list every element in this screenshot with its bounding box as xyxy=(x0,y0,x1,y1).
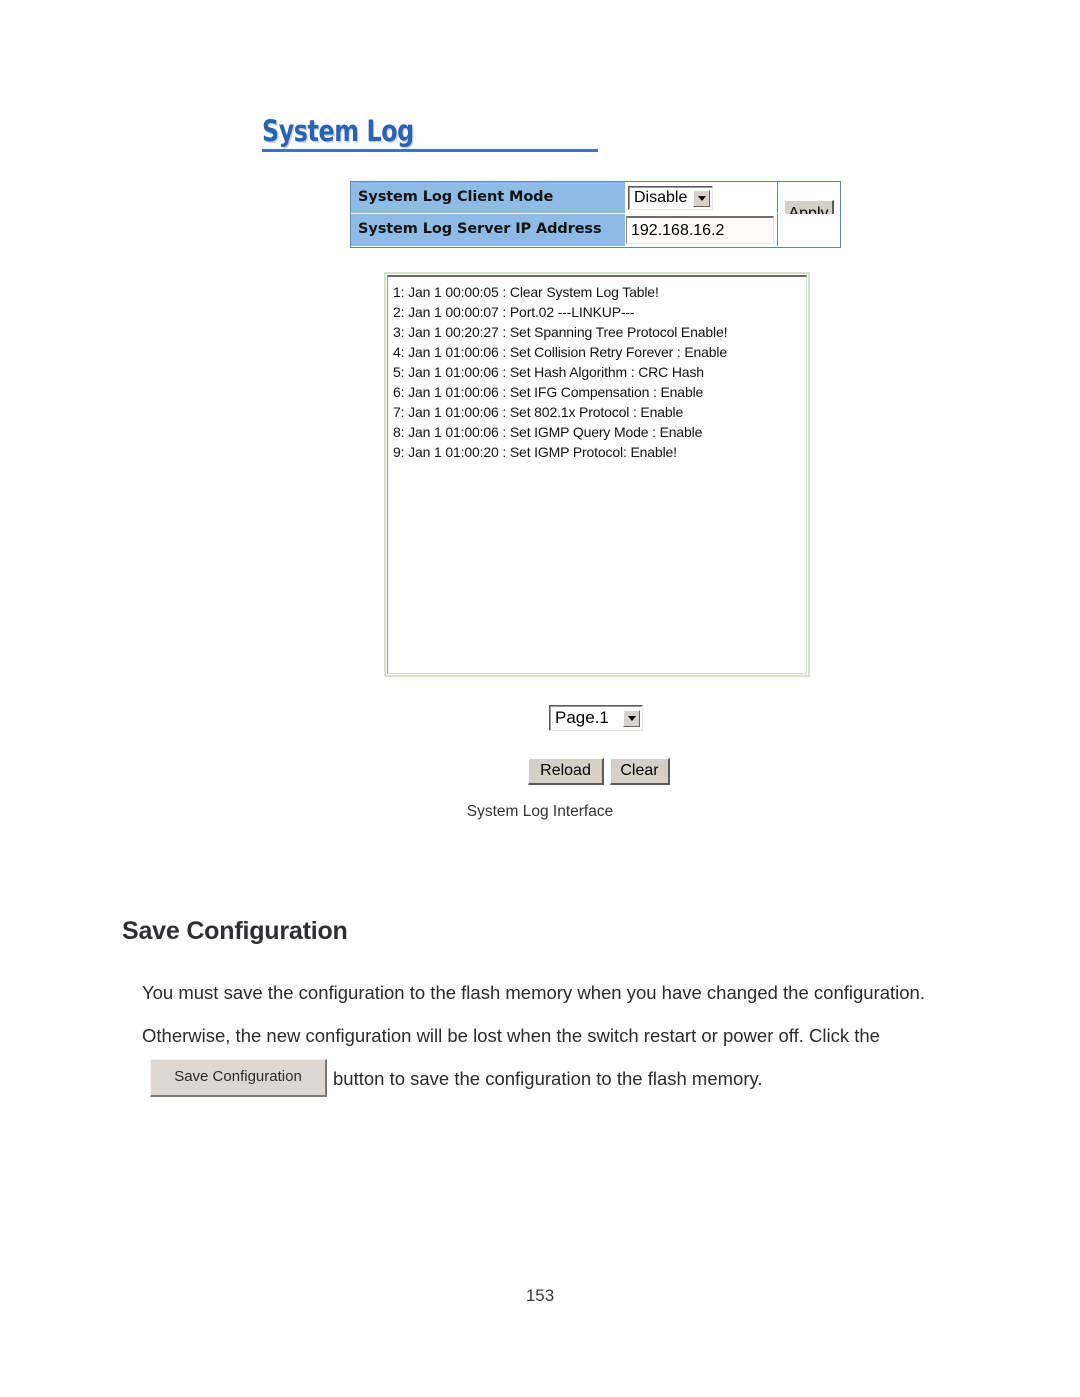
figure-caption: System Log Interface xyxy=(466,803,614,820)
apply-cell: Apply xyxy=(777,182,840,228)
clear-button[interactable]: Clear xyxy=(610,758,670,785)
chevron-down-icon[interactable] xyxy=(623,709,640,727)
page-select[interactable]: Page.1 xyxy=(549,705,643,731)
field-client-mode: Disable xyxy=(625,182,777,213)
chevron-down-icon[interactable] xyxy=(693,189,711,207)
apply-cell-spacer xyxy=(777,214,840,246)
log-line: 6: Jan 1 01:00:06 : Set IFG Compensation… xyxy=(393,384,704,400)
log-actions-row: Reload Clear xyxy=(528,758,678,786)
reload-button[interactable]: Reload xyxy=(528,758,604,785)
section-heading: Save Configuration xyxy=(122,916,348,945)
label-system-log-client-mode: System Log Client Mode xyxy=(351,182,625,213)
client-mode-select-value: Disable xyxy=(634,189,688,206)
system-log-textarea[interactable]: 1: Jan 1 00:00:05 : Clear System Log Tab… xyxy=(387,275,807,674)
client-mode-select[interactable]: Disable xyxy=(628,186,714,210)
log-line: 1: Jan 1 00:00:05 : Clear System Log Tab… xyxy=(393,284,659,300)
log-line: 7: Jan 1 01:00:06 : Set 802.1x Protocol … xyxy=(393,404,684,420)
label-system-log-server-ip-address: System Log Server IP Address xyxy=(351,214,625,246)
log-line: 8: Jan 1 01:00:06 : Set IGMP Query Mode … xyxy=(393,424,703,440)
page-title: System Log xyxy=(262,116,602,158)
server-ip-address-input[interactable]: 192.168.16.2 xyxy=(626,216,774,244)
system-log-config-table: System Log Client Mode Disable Apply Sys… xyxy=(350,181,841,248)
body-paragraph-part2: button to save the configuration to the … xyxy=(333,1068,763,1089)
log-line: 9: Jan 1 01:00:20 : Set IGMP Protocol: E… xyxy=(393,444,677,460)
system-log-panel: 1: Jan 1 00:00:05 : Clear System Log Tab… xyxy=(384,272,810,677)
title-underline-rule xyxy=(262,149,598,152)
field-server-ip: 192.168.16.2 xyxy=(625,214,777,246)
log-line: 3: Jan 1 00:20:27 : Set Spanning Tree Pr… xyxy=(393,324,728,340)
log-line: 2: Jan 1 00:00:07 : Port.02 ---LINKUP--- xyxy=(393,304,635,320)
table-row-client-mode: System Log Client Mode Disable Apply xyxy=(351,182,840,228)
system-log-screenshot-figure: System Log System Log Client Mode Disabl… xyxy=(0,0,1080,840)
table-row-server-ip: System Log Server IP Address 192.168.16.… xyxy=(351,214,840,246)
body-paragraph-part1: You must save the configuration to the f… xyxy=(142,982,925,1046)
log-line: 4: Jan 1 01:00:06 : Set Collision Retry … xyxy=(393,344,728,360)
page-select-value: Page.1 xyxy=(555,708,609,727)
page-number: 153 xyxy=(525,1286,555,1305)
page-title-text: System Log xyxy=(262,114,414,148)
save-configuration-button[interactable]: Save Configuration xyxy=(150,1059,327,1098)
section-body: You must save the configuration to the f… xyxy=(142,971,942,1101)
body-paragraph: You must save the configuration to the f… xyxy=(142,971,942,1101)
log-line: 5: Jan 1 01:00:06 : Set Hash Algorithm :… xyxy=(393,364,704,380)
